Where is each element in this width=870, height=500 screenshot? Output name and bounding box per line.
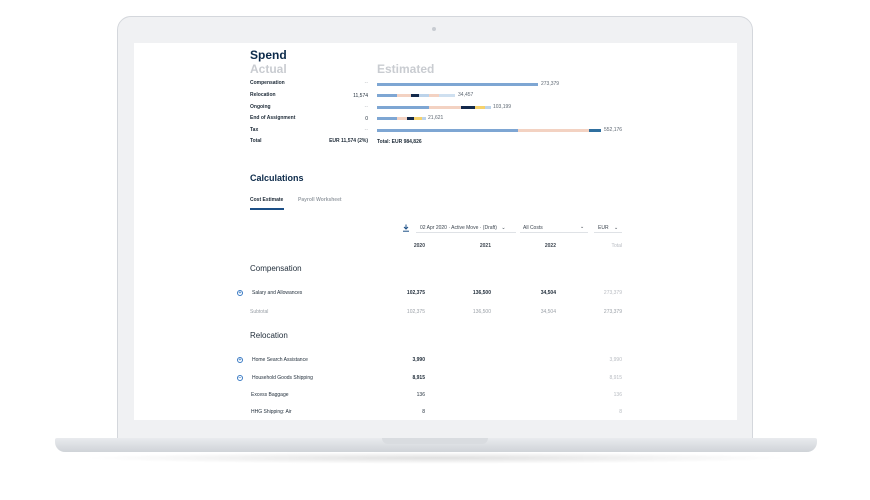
download-icon[interactable] (402, 224, 410, 232)
spend-title: Spend (250, 48, 287, 62)
table-cell-total: 8 (619, 409, 622, 415)
spend-row-actual: -- (364, 104, 368, 110)
currency-value: EUR (598, 225, 609, 231)
section-title: Relocation (250, 331, 288, 340)
spend-row-actual: 0 (365, 116, 368, 122)
table-row-label: Salary and Allowances (252, 290, 303, 296)
estimated-bar (377, 94, 455, 97)
select-underline (416, 232, 516, 233)
estimated-bar (377, 106, 491, 109)
column-header: 2020 (413, 243, 425, 249)
column-header: 2021 (479, 243, 491, 249)
plus-circle-icon[interactable]: + (237, 290, 243, 296)
table-row-label: Excess Baggage (251, 392, 289, 398)
estimated-value: 273,379 (541, 81, 560, 87)
table-row-label: HHG Shipping: Air (251, 409, 292, 415)
column-header: Total (611, 243, 622, 249)
spend-row-label: Ongoing (250, 104, 271, 110)
spend-row-actual: -- (364, 80, 368, 86)
minus-circle-icon[interactable]: − (237, 375, 243, 381)
tab-payroll-worksheet[interactable]: Payroll Worksheet (298, 197, 342, 203)
spend-row-actual: -- (364, 127, 368, 133)
estimated-value: 103,199 (493, 104, 512, 110)
actual-heading: Actual (250, 62, 287, 76)
plus-circle-icon[interactable]: + (237, 357, 243, 363)
table-cell-total: 136 (613, 392, 622, 398)
spend-row-label: Tax (250, 127, 259, 133)
spend-total-label: Total (250, 138, 262, 144)
estimated-value: 21,621 (428, 115, 444, 121)
spend-row-label: End of Assignment (250, 115, 296, 121)
table-cell: 8,915 (412, 375, 425, 381)
subtotal-cell: 34,504 (540, 309, 556, 315)
active-tab-indicator (250, 208, 284, 210)
estimated-total: Total: EUR 984,826 (377, 139, 422, 145)
table-cell-total: 273,379 (603, 290, 622, 296)
laptop-shadow (80, 452, 792, 464)
table-cell: 136,500 (472, 290, 491, 296)
estimated-bar (377, 129, 601, 132)
costs-select[interactable]: All Costs (523, 225, 543, 231)
table-cell: 136 (416, 392, 425, 398)
estimated-value: 552,176 (604, 127, 623, 133)
camera-dot (432, 27, 436, 31)
table-cell: 3,990 (412, 357, 425, 363)
table-cell: 8 (422, 409, 425, 415)
estimated-value: 34,457 (458, 92, 474, 98)
estimated-heading: Estimated (377, 62, 435, 76)
subtotal-cell: 273,379 (603, 309, 622, 315)
subtotal-label: Subtotal (250, 309, 269, 315)
app-screen: Spend Actual Estimated Compensation -- R… (134, 43, 737, 420)
spend-row-actual: 11,574 (353, 93, 368, 99)
date-move-value: 02 Apr 2020 · Active Move · (Draft) (420, 225, 497, 231)
table-cell-total: 3,990 (609, 357, 622, 363)
costs-value: All Costs (523, 225, 543, 231)
chevron-down-icon: ⌄ (501, 225, 506, 231)
table-row-label: Household Goods Shipping (252, 375, 313, 381)
chevron-down-icon: ⌄ (580, 224, 585, 230)
spend-row-label: Compensation (250, 80, 285, 86)
chevron-down-icon: ⌄ (613, 225, 619, 231)
column-header: 2022 (544, 243, 556, 249)
estimated-bar (377, 117, 426, 120)
table-row-label: Home Search Assistance (252, 357, 308, 363)
tab-cost-estimate[interactable]: Cost Estimate (250, 197, 283, 203)
spend-total-actual: EUR 11,574 (2%) (329, 138, 368, 144)
date-move-select[interactable]: 02 Apr 2020 · Active Move · (Draft) ⌄ (420, 225, 506, 231)
subtotal-cell: 136,500 (472, 309, 491, 315)
currency-select[interactable]: EUR ⌄ (598, 225, 618, 231)
table-cell: 102,375 (406, 290, 425, 296)
estimated-bar (377, 83, 538, 86)
section-title: Compensation (250, 264, 302, 273)
select-underline (520, 232, 588, 233)
spend-row-label: Relocation (250, 92, 276, 98)
laptop-notch (382, 438, 488, 444)
table-cell-total: 8,915 (609, 375, 622, 381)
calculations-title: Calculations (250, 173, 304, 183)
subtotal-cell: 102,375 (406, 309, 425, 315)
select-underline (594, 232, 622, 233)
table-cell: 34,504 (540, 290, 556, 296)
